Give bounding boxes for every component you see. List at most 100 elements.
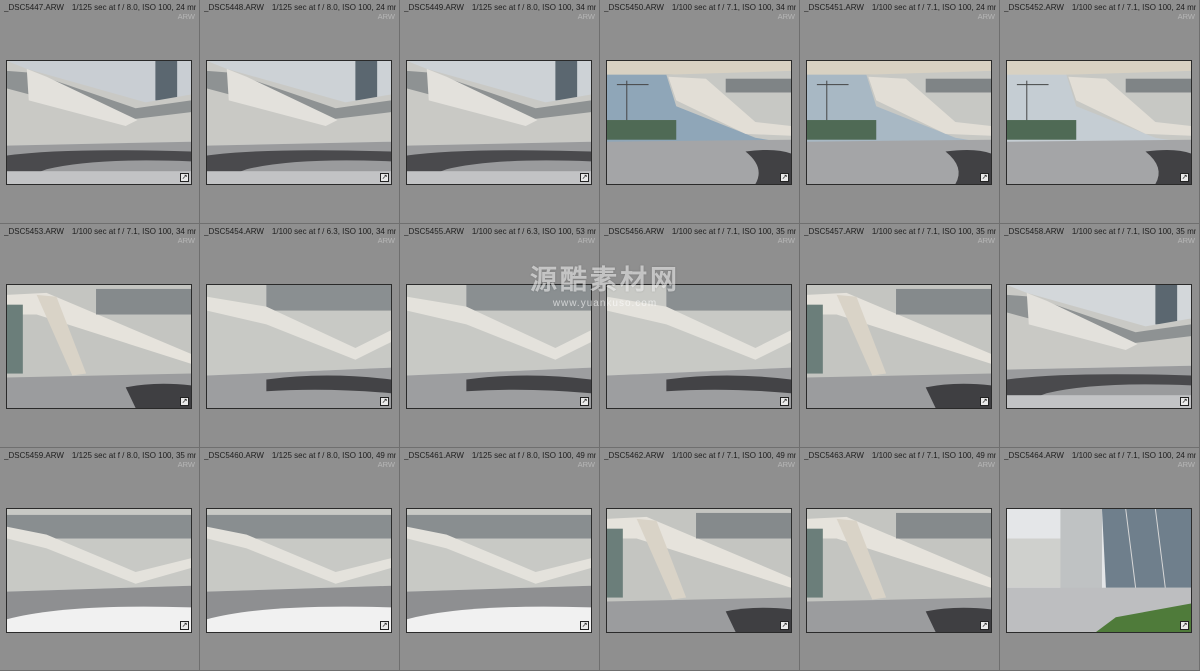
thumbnail-cell[interactable]: _DSC5456.ARW 1/100 sec at f / 7.1, ISO 10… — [600, 224, 800, 448]
thumbnail-meta: _DSC5461.ARW 1/125 sec at f / 8.0, ISO 10… — [404, 450, 596, 461]
external-edit-icon[interactable]: ↗ — [580, 397, 589, 406]
exif-info: 1/100 sec at f / 7.1, ISO 100, 49 mm (FE… — [871, 451, 996, 460]
file-name: _DSC5459.ARW — [4, 451, 64, 460]
thumbnail-cell[interactable]: _DSC5449.ARW 1/125 sec at f / 8.0, ISO 10… — [400, 0, 600, 224]
exif-info: 1/100 sec at f / 7.1, ISO 100, 24 mm (FE… — [1071, 451, 1196, 460]
thumbnail-meta: _DSC5458.ARW 1/100 sec at f / 7.1, ISO 10… — [1004, 226, 1196, 237]
external-edit-icon[interactable]: ↗ — [380, 173, 389, 182]
external-edit-icon[interactable]: ↗ — [180, 397, 189, 406]
photo-thumbnail[interactable]: ↗ — [206, 284, 392, 409]
photo-thumbnail[interactable]: ↗ — [1006, 508, 1192, 633]
thumbnail-cell[interactable]: _DSC5451.ARW 1/100 sec at f / 7.1, ISO 10… — [800, 0, 1000, 224]
exif-info: 1/100 sec at f / 6.3, ISO 100, 53 mm (FE… — [471, 227, 596, 236]
external-edit-icon[interactable]: ↗ — [580, 621, 589, 630]
thumbnail-meta: _DSC5460.ARW 1/125 sec at f / 8.0, ISO 10… — [204, 450, 396, 461]
thumbnail-cell[interactable]: _DSC5458.ARW 1/100 sec at f / 7.1, ISO 10… — [1000, 224, 1200, 448]
photo-thumbnail[interactable]: ↗ — [406, 60, 592, 185]
thumbnail-meta: _DSC5451.ARW 1/100 sec at f / 7.1, ISO 10… — [804, 2, 996, 13]
external-edit-icon[interactable]: ↗ — [780, 397, 789, 406]
photo-thumbnail[interactable]: ↗ — [1006, 284, 1192, 409]
file-type: ARW — [777, 236, 795, 245]
file-type: ARW — [1177, 12, 1195, 21]
thumbnail-meta: _DSC5453.ARW 1/100 sec at f / 7.1, ISO 10… — [4, 226, 196, 237]
thumbnail-meta: _DSC5463.ARW 1/100 sec at f / 7.1, ISO 10… — [804, 450, 996, 461]
file-name: _DSC5453.ARW — [4, 227, 64, 236]
file-type: ARW — [177, 460, 195, 469]
file-name: _DSC5451.ARW — [804, 3, 864, 12]
thumbnail-cell[interactable]: _DSC5455.ARW 1/100 sec at f / 6.3, ISO 10… — [400, 224, 600, 448]
photo-thumbnail[interactable]: ↗ — [6, 508, 192, 633]
thumbnail-cell[interactable]: _DSC5452.ARW 1/100 sec at f / 7.1, ISO 10… — [1000, 0, 1200, 224]
thumbnail-meta: _DSC5457.ARW 1/100 sec at f / 7.1, ISO 10… — [804, 226, 996, 237]
photo-thumbnail[interactable]: ↗ — [806, 60, 992, 185]
file-name: _DSC5455.ARW — [404, 227, 464, 236]
exif-info: 1/100 sec at f / 7.1, ISO 100, 34 mm (FE… — [671, 3, 796, 12]
external-edit-icon[interactable]: ↗ — [980, 397, 989, 406]
thumbnail-cell[interactable]: _DSC5462.ARW 1/100 sec at f / 7.1, ISO 10… — [600, 448, 800, 671]
external-edit-icon[interactable]: ↗ — [980, 621, 989, 630]
file-type: ARW — [777, 460, 795, 469]
photo-thumbnail[interactable]: ↗ — [206, 508, 392, 633]
file-name: _DSC5464.ARW — [1004, 451, 1064, 460]
exif-info: 1/125 sec at f / 8.0, ISO 100, 24 mm (FE… — [271, 3, 396, 12]
photo-thumbnail[interactable]: ↗ — [606, 284, 792, 409]
thumbnail-meta: _DSC5450.ARW 1/100 sec at f / 7.1, ISO 10… — [604, 2, 796, 13]
external-edit-icon[interactable]: ↗ — [380, 621, 389, 630]
thumbnail-cell[interactable]: _DSC5450.ARW 1/100 sec at f / 7.1, ISO 10… — [600, 0, 800, 224]
file-type: ARW — [577, 12, 595, 21]
thumbnail-cell[interactable]: _DSC5459.ARW 1/125 sec at f / 8.0, ISO 10… — [0, 448, 200, 671]
file-type: ARW — [977, 12, 995, 21]
photo-thumbnail[interactable]: ↗ — [6, 60, 192, 185]
photo-thumbnail[interactable]: ↗ — [806, 284, 992, 409]
external-edit-icon[interactable]: ↗ — [380, 397, 389, 406]
thumbnail-cell[interactable]: _DSC5464.ARW 1/100 sec at f / 7.1, ISO 10… — [1000, 448, 1200, 671]
file-type: ARW — [177, 12, 195, 21]
external-edit-icon[interactable]: ↗ — [180, 173, 189, 182]
thumbnail-meta: _DSC5448.ARW 1/125 sec at f / 8.0, ISO 10… — [204, 2, 396, 13]
thumbnail-cell[interactable]: _DSC5457.ARW 1/100 sec at f / 7.1, ISO 10… — [800, 224, 1000, 448]
exif-info: 1/100 sec at f / 7.1, ISO 100, 35 mm (FE… — [1071, 227, 1196, 236]
file-type: ARW — [577, 460, 595, 469]
external-edit-icon[interactable]: ↗ — [780, 173, 789, 182]
photo-thumbnail[interactable]: ↗ — [406, 284, 592, 409]
external-edit-icon[interactable]: ↗ — [980, 173, 989, 182]
external-edit-icon[interactable]: ↗ — [1180, 621, 1189, 630]
external-edit-icon[interactable]: ↗ — [180, 621, 189, 630]
file-name: _DSC5461.ARW — [404, 451, 464, 460]
photo-thumbnail[interactable]: ↗ — [606, 60, 792, 185]
photo-thumbnail[interactable]: ↗ — [206, 60, 392, 185]
file-name: _DSC5462.ARW — [604, 451, 664, 460]
exif-info: 1/125 sec at f / 8.0, ISO 100, 34 mm (FE… — [471, 3, 596, 12]
thumbnail-meta: _DSC5459.ARW 1/125 sec at f / 8.0, ISO 10… — [4, 450, 196, 461]
external-edit-icon[interactable]: ↗ — [780, 621, 789, 630]
thumbnail-cell[interactable]: _DSC5460.ARW 1/125 sec at f / 8.0, ISO 10… — [200, 448, 400, 671]
thumbnail-meta: _DSC5452.ARW 1/100 sec at f / 7.1, ISO 10… — [1004, 2, 1196, 13]
photo-thumbnail[interactable]: ↗ — [1006, 60, 1192, 185]
thumbnail-meta: _DSC5454.ARW 1/100 sec at f / 6.3, ISO 10… — [204, 226, 396, 237]
thumbnail-cell[interactable]: _DSC5461.ARW 1/125 sec at f / 8.0, ISO 10… — [400, 448, 600, 671]
thumbnail-cell[interactable]: _DSC5454.ARW 1/100 sec at f / 6.3, ISO 10… — [200, 224, 400, 448]
exif-info: 1/100 sec at f / 7.1, ISO 100, 24 mm (FE… — [871, 3, 996, 12]
external-edit-icon[interactable]: ↗ — [580, 173, 589, 182]
thumbnail-cell[interactable]: _DSC5453.ARW 1/100 sec at f / 7.1, ISO 10… — [0, 224, 200, 448]
photo-thumbnail[interactable]: ↗ — [406, 508, 592, 633]
file-name: _DSC5448.ARW — [204, 3, 264, 12]
external-edit-icon[interactable]: ↗ — [1180, 397, 1189, 406]
file-name: _DSC5454.ARW — [204, 227, 264, 236]
photo-thumbnail[interactable]: ↗ — [806, 508, 992, 633]
file-name: _DSC5450.ARW — [604, 3, 664, 12]
photo-thumbnail[interactable]: ↗ — [606, 508, 792, 633]
thumbnail-meta: _DSC5456.ARW 1/100 sec at f / 7.1, ISO 10… — [604, 226, 796, 237]
thumbnail-cell[interactable]: _DSC5463.ARW 1/100 sec at f / 7.1, ISO 10… — [800, 448, 1000, 671]
thumbnail-cell[interactable]: _DSC5448.ARW 1/125 sec at f / 8.0, ISO 10… — [200, 0, 400, 224]
exif-info: 1/125 sec at f / 8.0, ISO 100, 49 mm (FE… — [471, 451, 596, 460]
exif-info: 1/100 sec at f / 7.1, ISO 100, 35 mm (FE… — [871, 227, 996, 236]
external-edit-icon[interactable]: ↗ — [1180, 173, 1189, 182]
file-name: _DSC5457.ARW — [804, 227, 864, 236]
thumbnail-cell[interactable]: _DSC5447.ARW 1/125 sec at f / 8.0, ISO 10… — [0, 0, 200, 224]
exif-info: 1/100 sec at f / 7.1, ISO 100, 34 mm (FE… — [71, 227, 196, 236]
file-type: ARW — [777, 12, 795, 21]
thumbnail-meta: _DSC5447.ARW 1/125 sec at f / 8.0, ISO 10… — [4, 2, 196, 13]
file-name: _DSC5449.ARW — [404, 3, 464, 12]
photo-thumbnail[interactable]: ↗ — [6, 284, 192, 409]
